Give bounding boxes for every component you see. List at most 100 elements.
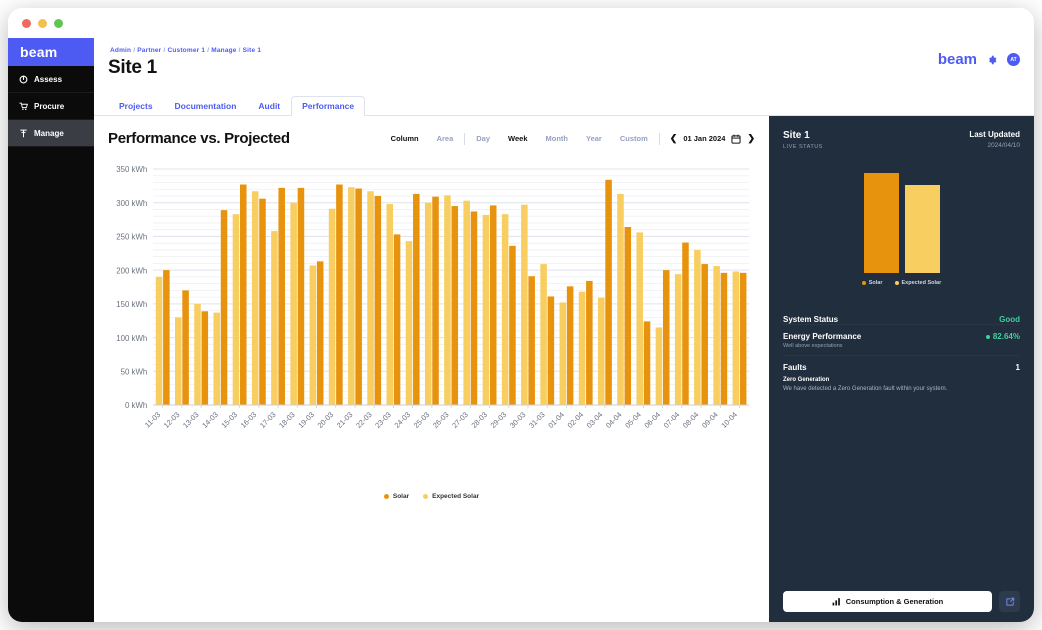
external-link-icon bbox=[1005, 597, 1014, 606]
svg-text:08-04: 08-04 bbox=[681, 410, 701, 430]
svg-text:29-03: 29-03 bbox=[489, 410, 509, 430]
chart-title: Performance vs. Projected bbox=[108, 130, 290, 147]
status-panel: Site 1 LIVE STATUS Last Updated 2024/04/… bbox=[769, 116, 1034, 622]
app-window: beam Assess Procure Manage Admin / Partn… bbox=[8, 8, 1034, 622]
svg-text:16-03: 16-03 bbox=[239, 410, 259, 430]
range-year[interactable]: Year bbox=[577, 134, 611, 143]
stat-label: Faults bbox=[783, 363, 807, 372]
panel-mini-chart bbox=[783, 168, 1020, 273]
minimize-window-button[interactable] bbox=[38, 18, 47, 28]
breadcrumb-item[interactable]: Manage bbox=[211, 47, 236, 54]
stat-label: System Status bbox=[783, 315, 839, 324]
button-label: Consumption & Generation bbox=[845, 597, 944, 606]
stat-value: 1 bbox=[1015, 363, 1020, 372]
breadcrumb-item[interactable]: Customer 1 bbox=[167, 47, 205, 54]
breadcrumb-item[interactable]: Partner bbox=[137, 47, 161, 54]
svg-text:26-03: 26-03 bbox=[431, 410, 451, 430]
svg-text:50 kWh: 50 kWh bbox=[121, 367, 148, 376]
sidebar-item-label: Manage bbox=[34, 128, 64, 138]
close-window-button[interactable] bbox=[22, 18, 31, 28]
svg-text:24-03: 24-03 bbox=[393, 410, 413, 430]
sidebar-item-assess[interactable]: Assess bbox=[8, 66, 94, 93]
gear-icon[interactable] bbox=[986, 54, 998, 66]
svg-text:300 kWh: 300 kWh bbox=[116, 199, 147, 208]
range-day[interactable]: Day bbox=[467, 134, 499, 143]
avatar[interactable]: AT bbox=[1007, 53, 1020, 66]
legend-swatch bbox=[383, 494, 389, 499]
chevron-right-icon[interactable]: ❯ bbox=[747, 134, 755, 143]
breadcrumb-item[interactable]: Admin bbox=[110, 47, 131, 54]
legend-label: Solar bbox=[392, 493, 410, 500]
breadcrumb-item[interactable]: Site 1 bbox=[243, 47, 262, 54]
svg-text:06-04: 06-04 bbox=[642, 410, 662, 430]
tab-audit[interactable]: Audit bbox=[247, 96, 291, 116]
legend-swatch bbox=[894, 281, 899, 285]
svg-text:28-03: 28-03 bbox=[469, 410, 489, 430]
stat-value: Good bbox=[999, 315, 1020, 324]
breadcrumb: Admin / Partner / Customer 1/Manage / Site 1 bbox=[110, 47, 262, 54]
chart-type-column[interactable]: Column bbox=[382, 134, 428, 143]
calendar-icon[interactable] bbox=[731, 133, 742, 144]
consumption-generation-button[interactable]: Consumption & Generation bbox=[783, 591, 992, 612]
chart-toolbar: Column Area Day Week Month Year Custom ❮ bbox=[382, 132, 755, 145]
stat-system-status: System Status Good bbox=[783, 308, 1020, 324]
chart-type-area[interactable]: Area bbox=[428, 134, 463, 143]
sidebar: beam Assess Procure Manage bbox=[8, 38, 94, 622]
panel-stats: System Status Good Energy Performance 82… bbox=[783, 308, 1020, 393]
tab-projects[interactable]: Projects bbox=[108, 96, 164, 116]
performance-bar-chart[interactable]: 0 kWh 50 kWh 100 kWh 150 kWh 200 kWh 250 kWh 3… bbox=[108, 163, 755, 463]
svg-text:27-03: 27-03 bbox=[450, 410, 470, 430]
svg-text:03-04: 03-04 bbox=[585, 410, 605, 430]
svg-text:350 kWh: 350 kWh bbox=[116, 165, 147, 174]
mini-legend-item-expected-solar: Expected Solar bbox=[894, 280, 942, 286]
sidebar-brand[interactable]: beam bbox=[8, 38, 94, 66]
svg-text:0 kWh: 0 kWh bbox=[125, 401, 147, 410]
panel-last-updated-value: 2024/04/10 bbox=[987, 142, 1020, 149]
maximize-window-button[interactable] bbox=[54, 18, 63, 28]
svg-text:14-03: 14-03 bbox=[200, 410, 220, 430]
mini-legend-item-solar: Solar bbox=[861, 280, 883, 286]
stat-faults: Faults 1 bbox=[783, 355, 1020, 372]
tools-icon bbox=[20, 129, 27, 137]
sidebar-item-label: Procure bbox=[34, 101, 65, 111]
date-label: 01 Jan 2024 bbox=[683, 134, 726, 143]
legend-label: Expected Solar bbox=[432, 493, 480, 500]
svg-text:12-03: 12-03 bbox=[162, 410, 182, 430]
svg-text:19-03: 19-03 bbox=[296, 410, 316, 430]
panel-live-status-label: LIVE STATUS bbox=[783, 144, 823, 150]
legend-swatch bbox=[423, 494, 429, 499]
svg-text:18-03: 18-03 bbox=[277, 410, 297, 430]
tab-performance[interactable]: Performance bbox=[291, 96, 366, 116]
range-custom[interactable]: Custom bbox=[611, 134, 657, 143]
sidebar-item-manage[interactable]: Manage bbox=[8, 120, 94, 147]
status-dot-icon bbox=[985, 334, 990, 339]
tab-documentation[interactable]: Documentation bbox=[164, 96, 248, 116]
svg-text:15-03: 15-03 bbox=[219, 410, 239, 430]
svg-text:07-04: 07-04 bbox=[662, 410, 682, 430]
sidebar-brand-label: beam bbox=[20, 44, 58, 60]
panel-footer: Consumption & Generation bbox=[783, 591, 1020, 612]
svg-text:21-03: 21-03 bbox=[335, 410, 355, 430]
svg-text:30-03: 30-03 bbox=[508, 410, 528, 430]
external-link-button[interactable] bbox=[999, 591, 1020, 612]
sidebar-item-procure[interactable]: Procure bbox=[8, 93, 94, 120]
svg-text:02-04: 02-04 bbox=[566, 410, 586, 430]
svg-text:22-03: 22-03 bbox=[354, 410, 374, 430]
stat-note: Well above expectations bbox=[783, 343, 843, 349]
svg-text:150 kWh: 150 kWh bbox=[116, 300, 147, 309]
power-icon bbox=[19, 75, 28, 83]
toolbar-divider bbox=[658, 132, 660, 145]
range-month[interactable]: Month bbox=[537, 134, 578, 143]
svg-text:17-03: 17-03 bbox=[258, 410, 278, 430]
legend-label: Expected Solar bbox=[901, 280, 942, 286]
range-week[interactable]: Week bbox=[499, 134, 536, 143]
stat-energy-performance: Energy Performance 82.64% bbox=[783, 324, 1020, 341]
legend-item-solar: Solar bbox=[383, 493, 410, 500]
svg-text:31-03: 31-03 bbox=[527, 410, 547, 430]
cart-icon bbox=[19, 102, 28, 110]
chevron-left-icon[interactable]: ❮ bbox=[670, 134, 678, 143]
svg-text:01-04: 01-04 bbox=[546, 410, 566, 430]
svg-text:13-03: 13-03 bbox=[181, 410, 201, 430]
chart-plot-area: 0 kWh 50 kWh 100 kWh 150 kWh 200 kWh 250 kWh 3… bbox=[108, 163, 755, 463]
mini-bar-solar bbox=[863, 173, 899, 273]
